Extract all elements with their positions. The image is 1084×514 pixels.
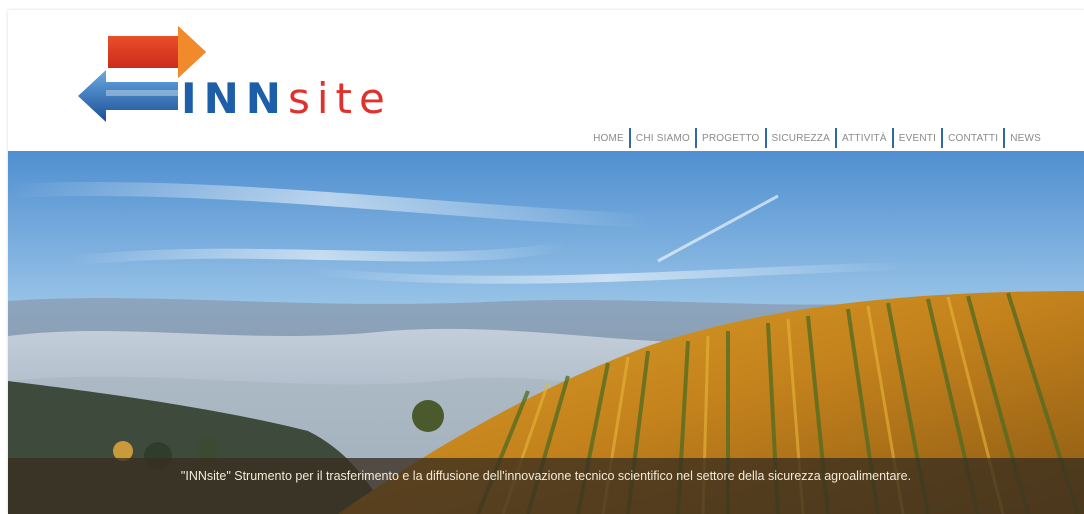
nav-item-sicurezza[interactable]: SICUREZZA (767, 133, 835, 144)
nav-item-eventi[interactable]: EVENTI (894, 133, 941, 144)
page-frame: INNsite HOME CHI SIAMO PROGETTO SICUREZZ… (8, 10, 1084, 514)
brand-name: INNsite (181, 78, 392, 120)
nav-item-attivita[interactable]: ATTIVITÀ (837, 133, 892, 144)
site-logo[interactable]: INNsite (66, 24, 406, 134)
nav-item-contatti[interactable]: CONTATTI (943, 133, 1003, 144)
hero-banner: "INNsite" Strumento per il trasferimento… (8, 151, 1084, 514)
brand-part-inn: INN (181, 74, 288, 123)
nav-item-chi-siamo[interactable]: CHI SIAMO (631, 133, 695, 144)
hero-caption: "INNsite" Strumento per il trasferimento… (8, 458, 1084, 514)
nav-item-home[interactable]: HOME (588, 133, 629, 144)
brand-part-site: site (287, 74, 392, 123)
main-navigation: HOME CHI SIAMO PROGETTO SICUREZZA ATTIVI… (588, 128, 1046, 148)
nav-item-news[interactable]: NEWS (1005, 133, 1046, 144)
site-header: INNsite HOME CHI SIAMO PROGETTO SICUREZZ… (8, 10, 1084, 151)
nav-item-progetto[interactable]: PROGETTO (697, 133, 765, 144)
